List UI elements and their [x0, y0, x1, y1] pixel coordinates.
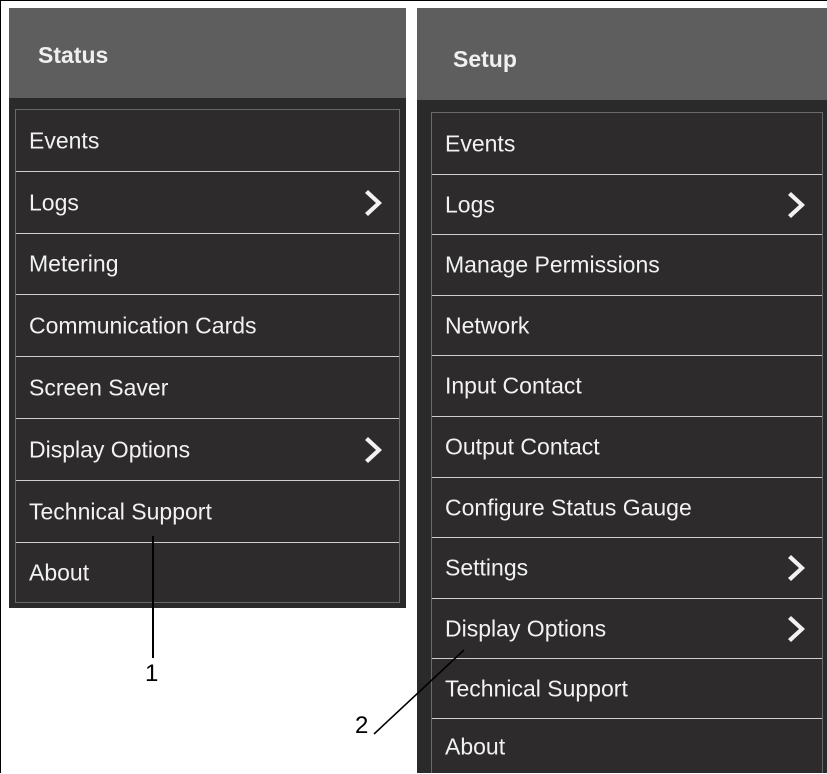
setup-panel: Setup Events Logs Manage Permissions Net…: [417, 8, 827, 773]
menu-item-label: Logs: [29, 189, 79, 215]
menu-item-label: Metering: [29, 250, 119, 277]
setup-panel-title: Setup: [453, 46, 517, 72]
setup-menu-item-technical-support[interactable]: Technical Support: [432, 659, 822, 719]
menu-item-label: Manage Permissions: [445, 251, 660, 278]
setup-menu-item-logs[interactable]: Logs: [432, 175, 822, 235]
setup-menu-item-manage-permissions[interactable]: Manage Permissions: [432, 235, 822, 296]
callout-line-2: [373, 649, 465, 735]
chevron-right-icon: [365, 436, 382, 463]
menu-item-label: Display Options: [445, 615, 607, 641]
chevron-right-icon: [788, 191, 805, 218]
menu-item-label: Settings: [445, 554, 529, 581]
setup-menu: Events Logs Manage Permissions Network I…: [431, 112, 823, 773]
setup-menu-item-display-options[interactable]: Display Options: [432, 599, 822, 659]
setup-menu-item-output-contact[interactable]: Output Contact: [432, 417, 822, 478]
top-border: [0, 0, 827, 1]
setup-menu-item-events[interactable]: Events: [432, 113, 822, 175]
chevron-right-icon: [788, 615, 805, 642]
menu-item-label: Display Options: [29, 436, 191, 462]
menu-item-label: Technical Support: [445, 675, 628, 701]
menu-item-label: Technical Support: [29, 498, 212, 524]
menu-item-label: About: [29, 559, 90, 585]
menu-item-label: Events: [29, 127, 100, 153]
setup-menu-item-about[interactable]: About: [432, 719, 822, 774]
chevron-right-icon: [788, 555, 805, 581]
setup-menu-item-configure-status-gauge[interactable]: Configure Status Gauge: [432, 478, 822, 538]
status-panel-title: Status: [38, 42, 109, 68]
menu-item-label: Screen Saver: [29, 374, 169, 400]
menu-item-label: Logs: [445, 191, 495, 217]
status-menu-item-logs[interactable]: Logs: [16, 172, 399, 234]
setup-menu-item-settings[interactable]: Settings: [432, 538, 822, 599]
menu-item-label: Input Contact: [445, 372, 582, 399]
status-menu-item-events[interactable]: Events: [16, 110, 399, 172]
menu-item-label: Communication Cards: [29, 312, 257, 338]
left-border: [0, 0, 1, 773]
callout-1: 1: [145, 660, 159, 687]
status-panel-header: Status: [9, 8, 406, 98]
setup-panel-header: Setup: [417, 8, 827, 100]
status-panel: Status Events Logs Metering Communicatio…: [9, 8, 406, 608]
menu-item-label: Events: [445, 130, 516, 156]
status-menu-item-communication-cards[interactable]: Communication Cards: [16, 295, 399, 357]
status-menu-item-display-options[interactable]: Display Options: [16, 419, 399, 481]
status-menu: Events Logs Metering Communication Cards…: [15, 109, 400, 603]
callout-2: 2: [355, 712, 369, 739]
status-menu-item-metering[interactable]: Metering: [16, 234, 399, 295]
status-menu-item-about[interactable]: About: [16, 543, 399, 602]
menu-item-label: Network: [445, 312, 530, 338]
setup-menu-item-input-contact[interactable]: Input Contact: [432, 356, 822, 417]
callout-line-1: [152, 536, 154, 658]
menu-item-label: Output Contact: [445, 433, 600, 460]
menu-item-label: Configure Status Gauge: [445, 494, 692, 520]
status-menu-item-technical-support[interactable]: Technical Support: [16, 481, 399, 543]
status-menu-item-screen-saver[interactable]: Screen Saver: [16, 357, 399, 419]
chevron-right-icon: [365, 189, 382, 216]
setup-menu-item-network[interactable]: Network: [432, 296, 822, 356]
